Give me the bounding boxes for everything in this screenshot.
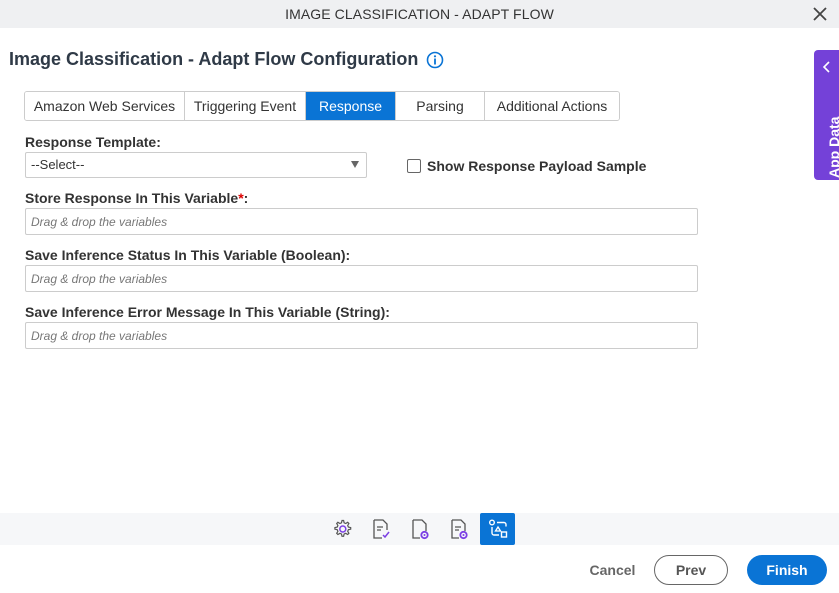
page-title: Image Classification - Adapt Flow Config… xyxy=(9,49,444,70)
inference-status-dropzone[interactable]: Drag & drop the variables xyxy=(25,265,698,292)
show-payload-sample-checkbox[interactable] xyxy=(407,159,421,173)
page-title-text: Image Classification - Adapt Flow Config… xyxy=(9,49,419,69)
flow-diagram-button[interactable] xyxy=(480,513,515,545)
document-settings-icon xyxy=(411,519,429,540)
show-payload-sample-label: Show Response Payload Sample xyxy=(427,158,647,174)
inference-error-placeholder: Drag & drop the variables xyxy=(31,329,168,343)
chevron-left-icon xyxy=(822,61,830,73)
validate-document-button[interactable] xyxy=(363,513,398,545)
inference-status-label: Save Inference Status In This Variable (… xyxy=(25,247,351,263)
tab-response[interactable]: Response xyxy=(306,92,396,120)
dropdown-arrow-icon xyxy=(351,161,359,168)
tab-triggering-event[interactable]: Triggering Event xyxy=(185,92,306,120)
inference-error-dropzone[interactable]: Drag & drop the variables xyxy=(25,322,698,349)
store-response-dropzone[interactable]: Drag & drop the variables xyxy=(25,208,698,235)
flow-diagram-icon xyxy=(488,519,507,538)
settings-button[interactable] xyxy=(324,513,359,545)
tab-amazon-web-services[interactable]: Amazon Web Services xyxy=(25,92,185,120)
tab-bar: Amazon Web Services Triggering Event Res… xyxy=(24,91,620,121)
inference-error-label: Save Inference Error Message In This Var… xyxy=(25,304,390,320)
tab-parsing[interactable]: Parsing xyxy=(396,92,485,120)
inference-status-placeholder: Drag & drop the variables xyxy=(31,272,168,286)
close-icon[interactable] xyxy=(811,5,829,23)
response-template-label: Response Template: xyxy=(25,134,161,150)
dialog-titlebar: IMAGE CLASSIFICATION - ADAPT FLOW xyxy=(0,0,839,28)
response-template-select[interactable]: --Select-- xyxy=(25,152,367,178)
store-response-label: Store Response In This Variable*: xyxy=(25,190,248,206)
store-response-label-text: Store Response In This Variable xyxy=(25,190,239,206)
app-data-panel-toggle[interactable]: App Data xyxy=(814,50,839,180)
list-settings-button[interactable] xyxy=(441,513,476,545)
label-colon: : xyxy=(243,190,249,206)
response-template-value: --Select-- xyxy=(31,157,85,172)
app-data-label: App Data xyxy=(826,116,839,178)
document-settings-button[interactable] xyxy=(402,513,437,545)
cancel-button[interactable]: Cancel xyxy=(585,555,640,585)
gear-icon xyxy=(333,519,351,537)
prev-button[interactable]: Prev xyxy=(654,555,728,585)
bottom-toolbar xyxy=(0,513,839,545)
dialog-title: IMAGE CLASSIFICATION - ADAPT FLOW xyxy=(285,6,554,22)
document-list-settings-icon xyxy=(450,519,468,540)
document-check-icon xyxy=(372,519,390,539)
finish-button[interactable]: Finish xyxy=(747,555,827,585)
store-response-placeholder: Drag & drop the variables xyxy=(31,215,168,229)
info-icon[interactable] xyxy=(426,51,444,69)
show-payload-sample-toggle[interactable]: Show Response Payload Sample xyxy=(407,158,646,174)
tab-additional-actions[interactable]: Additional Actions xyxy=(485,92,619,120)
